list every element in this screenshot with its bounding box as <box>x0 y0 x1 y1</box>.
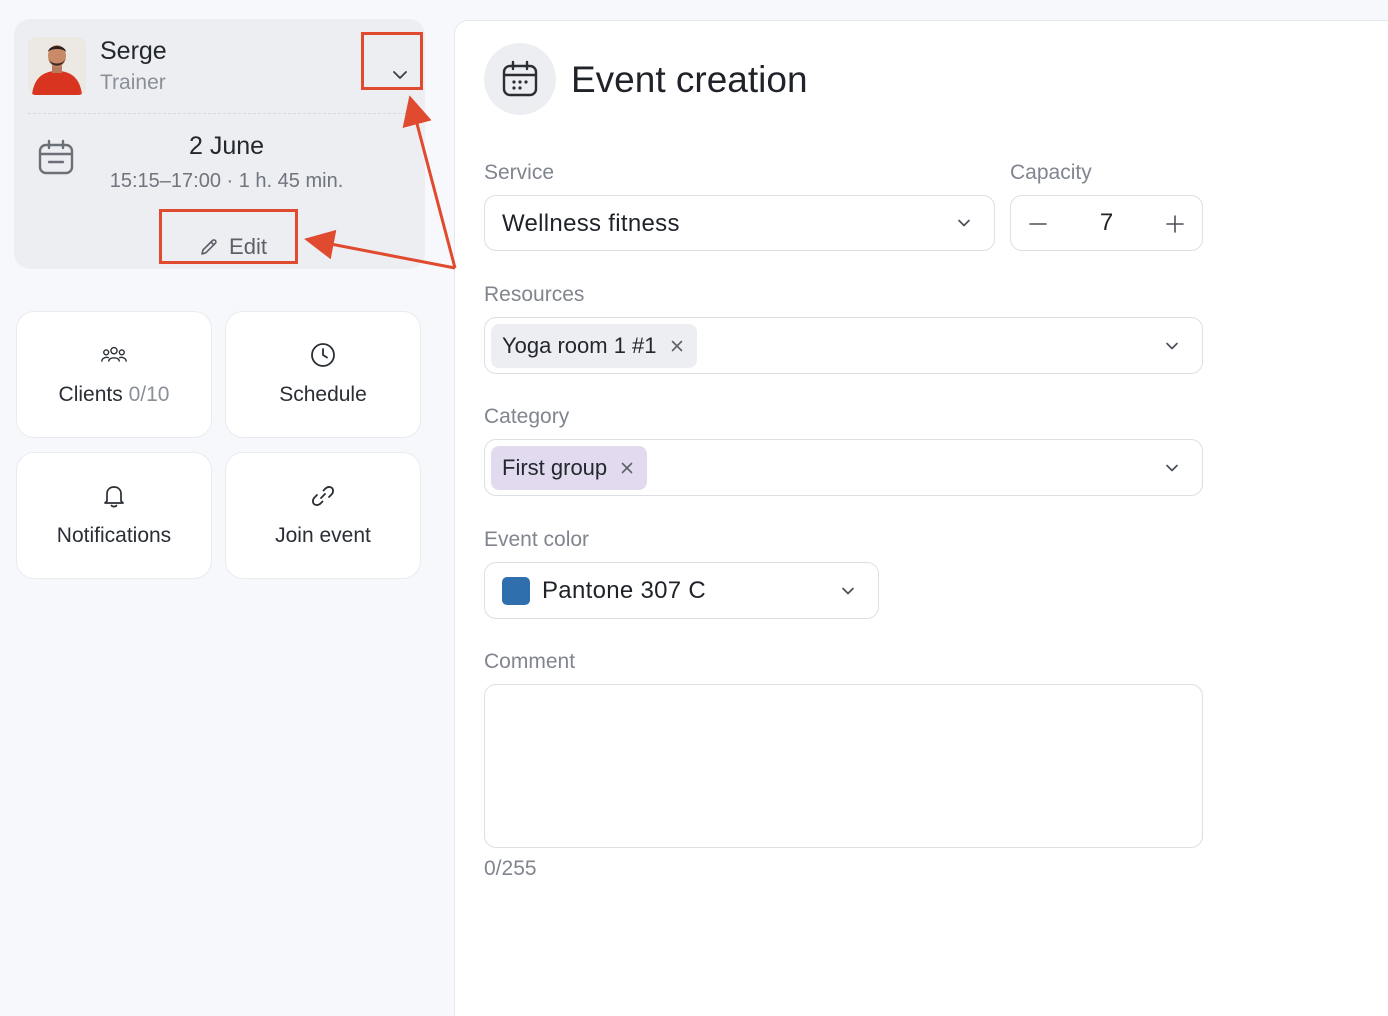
avatar <box>28 37 86 95</box>
schedule-label: Schedule <box>279 383 367 406</box>
capacity-label: Capacity <box>1010 161 1092 184</box>
event-date: 2 June <box>188 132 265 160</box>
event-time: 15:15–17:00 · 1 h. 45 min. <box>109 170 344 192</box>
service-select[interactable]: Wellness fitness <box>484 195 995 251</box>
chevron-down-icon <box>958 219 970 227</box>
users-icon <box>101 342 127 368</box>
join-event-tile[interactable]: Join event <box>225 452 421 579</box>
clients-label: Clients <box>58 383 123 406</box>
header-calendar-badge <box>484 43 556 115</box>
event-form-panel: Event creation Service Wellness fitness … <box>454 20 1388 1016</box>
close-icon[interactable] <box>621 462 633 474</box>
category-multiselect[interactable]: First group <box>484 439 1203 496</box>
bell-icon <box>101 483 127 509</box>
page: Serge Trainer 2 June 15:15–17:00 · 1 h. … <box>0 0 1388 1016</box>
resources-multiselect[interactable]: Yoga room 1 #1 <box>484 317 1203 374</box>
category-label: Category <box>484 405 570 428</box>
resource-chip: Yoga room 1 #1 <box>491 324 697 368</box>
trainer-name: Serge <box>100 37 167 65</box>
capacity-increase-button[interactable] <box>1161 210 1189 238</box>
capacity-stepper[interactable]: 7 <box>1010 195 1203 251</box>
clients-count: 0/10 <box>128 383 170 406</box>
notifications-tile[interactable]: Notifications <box>16 452 212 579</box>
plus-icon <box>1166 215 1184 233</box>
event-color-value: Pantone 307 C <box>542 577 707 604</box>
clock-icon <box>310 342 336 368</box>
chevron-down-icon <box>393 71 407 79</box>
calendar-icon <box>502 60 538 97</box>
service-label: Service <box>484 161 555 184</box>
event-summary-card: Serge Trainer 2 June 15:15–17:00 · 1 h. … <box>14 19 425 269</box>
edit-button[interactable]: Edit <box>183 227 283 267</box>
comment-char-counter: 0/255 <box>484 857 537 880</box>
close-icon[interactable] <box>671 340 683 352</box>
event-color-select[interactable]: Pantone 307 C <box>484 562 879 619</box>
resources-label: Resources <box>484 283 585 306</box>
service-value: Wellness fitness <box>502 210 680 237</box>
resource-chip-label: Yoga room 1 #1 <box>502 333 657 358</box>
category-chip: First group <box>491 446 648 490</box>
join-event-label: Join event <box>275 524 371 547</box>
edit-button-label: Edit <box>229 234 267 259</box>
trainer-role: Trainer <box>100 71 166 94</box>
page-title: Event creation <box>571 59 808 100</box>
comment-textarea[interactable] <box>484 684 1203 848</box>
link-icon <box>310 483 336 509</box>
clients-tile[interactable]: Clients 0/10 <box>16 311 212 438</box>
calendar-icon <box>38 139 74 175</box>
chevron-down-icon <box>1166 342 1178 349</box>
category-chip-label: First group <box>502 455 608 480</box>
chevron-down-icon <box>842 587 854 594</box>
color-swatch <box>502 577 530 605</box>
card-divider <box>28 113 411 114</box>
event-color-label: Event color <box>484 528 590 551</box>
pencil-icon <box>201 239 217 255</box>
schedule-tile[interactable]: Schedule <box>225 311 421 438</box>
chevron-down-icon <box>1166 464 1178 471</box>
notifications-label: Notifications <box>56 524 172 547</box>
expand-toggle-button[interactable] <box>380 55 420 95</box>
trainer-photo <box>28 37 86 95</box>
comment-label: Comment <box>484 650 576 673</box>
